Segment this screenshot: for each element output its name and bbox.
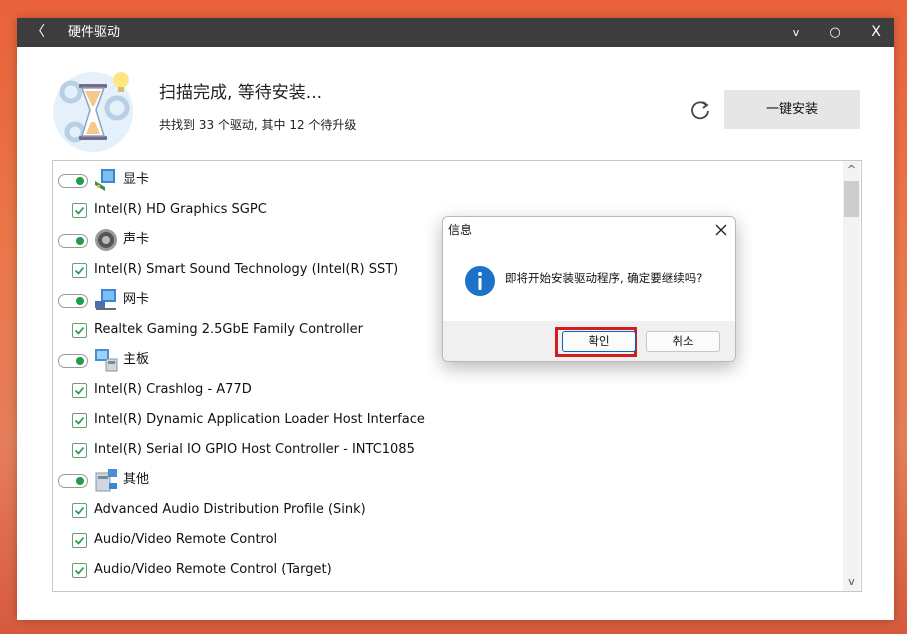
driver-checkbox[interactable] [72, 263, 87, 278]
category-toggle[interactable] [58, 354, 88, 368]
checkmark-icon [74, 206, 85, 215]
category-toggle[interactable] [58, 174, 88, 188]
driver-row[interactable]: Advanced Audio Distribution Profile (Sin… [53, 495, 843, 525]
category-row: 其他 [53, 465, 843, 495]
back-button[interactable]: 〈 [31, 18, 45, 47]
category-row: 显卡 [53, 165, 843, 195]
driver-row[interactable]: Intel(R) Dynamic Application Loader Host… [53, 405, 843, 435]
driver-checkbox[interactable] [72, 203, 87, 218]
driver-checkbox[interactable] [72, 503, 87, 518]
category-label: 显卡 [123, 172, 150, 187]
dialog-title-bar: 信息 [443, 217, 735, 244]
checkmark-icon [74, 326, 85, 335]
driver-name: Intel(R) Dynamic Application Loader Host… [94, 412, 425, 427]
scan-status-title: 扫描完成, 等待安装... [159, 83, 323, 103]
driver-checkbox[interactable] [72, 563, 87, 578]
minimize-button[interactable]: v [784, 18, 808, 47]
category-toggle[interactable] [58, 474, 88, 488]
toggle-knob [76, 357, 84, 365]
checkmark-icon [74, 386, 85, 395]
toggle-knob [76, 177, 84, 185]
category-label: 声卡 [123, 232, 150, 247]
category-label: 网卡 [123, 292, 150, 307]
driver-checkbox[interactable] [72, 533, 87, 548]
driver-checkbox[interactable] [72, 413, 87, 428]
list-scrollbar[interactable]: ^ v [843, 161, 860, 591]
info-dialog: 信息 即将开始安装驱动程序, 确定要继续吗? 확인 취소 [442, 216, 736, 362]
driver-name: Intel(R) Serial IO GPIO Host Controller … [94, 442, 415, 457]
driver-name: Audio/Video Remote Control (Target) [94, 562, 332, 577]
checkmark-icon [74, 446, 85, 455]
checkmark-icon [74, 536, 85, 545]
toggle-knob [76, 237, 84, 245]
one-click-install-button[interactable]: 一键安装 [724, 90, 860, 129]
dialog-title: 信息 [448, 223, 473, 237]
scroll-down-button[interactable]: v [843, 573, 860, 591]
toggle-knob [76, 297, 84, 305]
driver-row[interactable]: Audio/Video Remote Control [53, 525, 843, 555]
scan-status-detail: 共找到 33 个驱动, 其中 12 个待升级 [159, 118, 357, 132]
driver-name: Intel(R) Smart Sound Technology (Intel(R… [94, 262, 399, 277]
refresh-icon[interactable] [689, 99, 711, 121]
driver-name: Advanced Audio Distribution Profile (Sin… [94, 502, 366, 517]
speaker-icon [93, 227, 119, 253]
checkmark-icon [74, 416, 85, 425]
checkmark-icon [74, 506, 85, 515]
cancel-button[interactable]: 취소 [646, 331, 720, 352]
category-toggle[interactable] [58, 294, 88, 308]
maximize-button[interactable]: ○ [823, 18, 847, 47]
toggle-knob [76, 477, 84, 485]
driver-row[interactable]: Intel(R) Crashlog - A77D [53, 375, 843, 405]
title-bar: 〈 硬件驱动 v ○ X [17, 18, 894, 47]
scroll-up-button[interactable]: ^ [843, 161, 860, 179]
category-label: 其他 [123, 472, 150, 487]
motherboard-icon [93, 347, 119, 373]
driver-checkbox[interactable] [72, 383, 87, 398]
checkmark-icon [74, 266, 85, 275]
scroll-thumb[interactable] [844, 181, 859, 217]
close-button[interactable]: X [864, 18, 888, 47]
close-icon[interactable] [711, 220, 731, 240]
dialog-message: 即将开始安装驱动程序, 确定要继续吗? [505, 271, 703, 285]
driver-row[interactable]: Audio/Video Remote Control (Target) [53, 555, 843, 585]
driver-name: Intel(R) Crashlog - A77D [94, 382, 252, 397]
checkmark-icon [74, 566, 85, 575]
driver-name: Realtek Gaming 2.5GbE Family Controller [94, 322, 363, 337]
other-device-icon [93, 467, 119, 493]
display-card-icon [93, 167, 119, 193]
category-label: 主板 [123, 352, 150, 367]
category-toggle[interactable] [58, 234, 88, 248]
network-icon [93, 287, 119, 313]
hourglass-gear-logo [53, 72, 133, 152]
window-title: 硬件驱动 [68, 25, 121, 40]
driver-name: Intel(R) HD Graphics SGPC [94, 202, 267, 217]
driver-row[interactable]: Intel(R) Serial IO GPIO Host Controller … [53, 435, 843, 465]
dialog-footer: 확인 취소 [443, 321, 735, 361]
ok-button[interactable]: 확인 [562, 331, 636, 352]
driver-name: Audio/Video Remote Control [94, 532, 278, 547]
info-icon [465, 266, 495, 296]
driver-checkbox[interactable] [72, 443, 87, 458]
driver-checkbox[interactable] [72, 323, 87, 338]
